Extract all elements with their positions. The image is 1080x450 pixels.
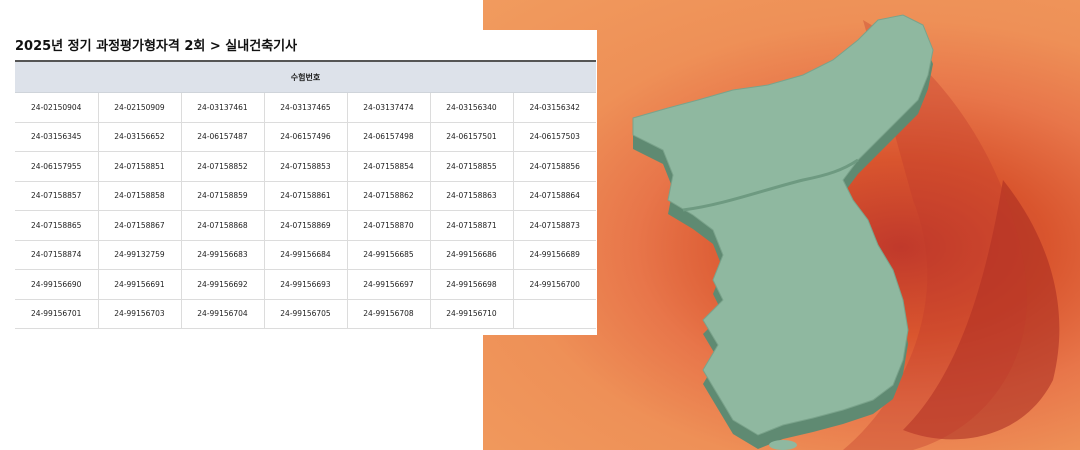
exam-number-cell: 24-07158873 — [513, 210, 596, 241]
exam-number-cell: 24-07158852 — [181, 151, 265, 182]
exam-number-cell: 24-99156700 — [513, 269, 596, 300]
exam-number-cell: 24-99156685 — [347, 240, 431, 270]
table-header: 수험번호 — [15, 61, 596, 93]
exam-number-cell: 24-99156708 — [347, 299, 431, 329]
exam-number-cell: 24-07158863 — [430, 181, 514, 211]
exam-number-cell — [513, 299, 596, 329]
exam-number-cell: 24-07158856 — [513, 151, 596, 182]
exam-number-cell: 24-99156705 — [264, 299, 348, 329]
exam-number-cell: 24-07158855 — [430, 151, 514, 182]
exam-number-cell: 24-07158870 — [347, 210, 431, 241]
exam-number-cell: 24-99156710 — [430, 299, 514, 329]
table-row: 24-99156690 24-99156691 24-99156692 24-9915… — [15, 269, 596, 300]
exam-number-cell: 24-99156697 — [347, 269, 431, 300]
exam-number-cell: 24-03156340 — [430, 92, 514, 123]
exam-number-cell: 24-02150909 — [98, 92, 182, 123]
exam-number-cell: 24-07158854 — [347, 151, 431, 182]
exam-number-cell: 24-07158861 — [264, 181, 348, 211]
exam-number-cell: 24-07158853 — [264, 151, 348, 182]
exam-number-table: 수험번호 24-02150904 24-02150909 24-03137461 24… — [15, 60, 596, 329]
exam-number-cell: 24-99156691 — [98, 269, 182, 300]
exam-number-cell: 24-99156683 — [181, 240, 265, 270]
exam-number-cell: 24-99132759 — [98, 240, 182, 270]
exam-number-cell: 24-99156704 — [181, 299, 265, 329]
exam-number-cell: 24-02150904 — [15, 92, 99, 123]
exam-number-cell: 24-07158871 — [430, 210, 514, 241]
exam-number-cell: 24-03137474 — [347, 92, 431, 123]
exam-number-cell: 24-07158874 — [15, 240, 99, 270]
table-row: 24-03156345 24-03156652 24-06157487 24-0615… — [15, 122, 596, 152]
exam-number-cell: 24-99156686 — [430, 240, 514, 270]
exam-number-cell: 24-07158862 — [347, 181, 431, 211]
table-row: 24-07158857 24-07158858 24-07158859 24-0715… — [15, 181, 596, 211]
exam-number-cell: 24-06157498 — [347, 122, 431, 152]
exam-result-panel: 2025년 정기 과정평가형자격 2회 > 실내건축기사 수험번호 24-021… — [0, 30, 597, 335]
exam-number-cell: 24-99156689 — [513, 240, 596, 270]
exam-number-cell: 24-03137465 — [264, 92, 348, 123]
exam-number-cell: 24-06157955 — [15, 151, 99, 182]
table-row: 24-06157955 24-07158851 24-07158852 24-0715… — [15, 151, 596, 182]
exam-number-cell: 24-06157503 — [513, 122, 596, 152]
table-row: 24-07158874 24-99132759 24-99156683 24-9915… — [15, 240, 596, 270]
exam-number-cell: 24-99156692 — [181, 269, 265, 300]
table-row: 24-02150904 24-02150909 24-03137461 24-0313… — [15, 92, 596, 123]
exam-number-cell: 24-99156701 — [15, 299, 99, 329]
exam-number-cell: 24-07158851 — [98, 151, 182, 182]
table-row: 24-07158865 24-07158867 24-07158868 24-0715… — [15, 210, 596, 241]
page-title: 2025년 정기 과정평가형자격 2회 > 실내건축기사 — [15, 39, 298, 54]
exam-number-cell: 24-06157496 — [264, 122, 348, 152]
exam-number-cell: 24-07158865 — [15, 210, 99, 241]
exam-number-cell: 24-99156703 — [98, 299, 182, 329]
exam-number-cell: 24-06157487 — [181, 122, 265, 152]
exam-number-cell: 24-03156345 — [15, 122, 99, 152]
exam-number-cell: 24-07158864 — [513, 181, 596, 211]
exam-number-cell: 24-99156684 — [264, 240, 348, 270]
exam-number-cell: 24-03156342 — [513, 92, 596, 123]
exam-number-cell: 24-06157501 — [430, 122, 514, 152]
exam-number-cell: 24-99156698 — [430, 269, 514, 300]
exam-number-cell: 24-03156652 — [98, 122, 182, 152]
exam-number-cell: 24-99156693 — [264, 269, 348, 300]
exam-number-cell: 24-99156690 — [15, 269, 99, 300]
exam-number-cell: 24-07158857 — [15, 181, 99, 211]
exam-number-cell: 24-07158859 — [181, 181, 265, 211]
exam-number-cell: 24-03137461 — [181, 92, 265, 123]
exam-number-cell: 24-07158868 — [181, 210, 265, 241]
exam-number-cell: 24-07158858 — [98, 181, 182, 211]
exam-number-cell: 24-07158867 — [98, 210, 182, 241]
exam-number-cell: 24-07158869 — [264, 210, 348, 241]
table-row: 24-99156701 24-99156703 24-99156704 24-9915… — [15, 299, 596, 329]
